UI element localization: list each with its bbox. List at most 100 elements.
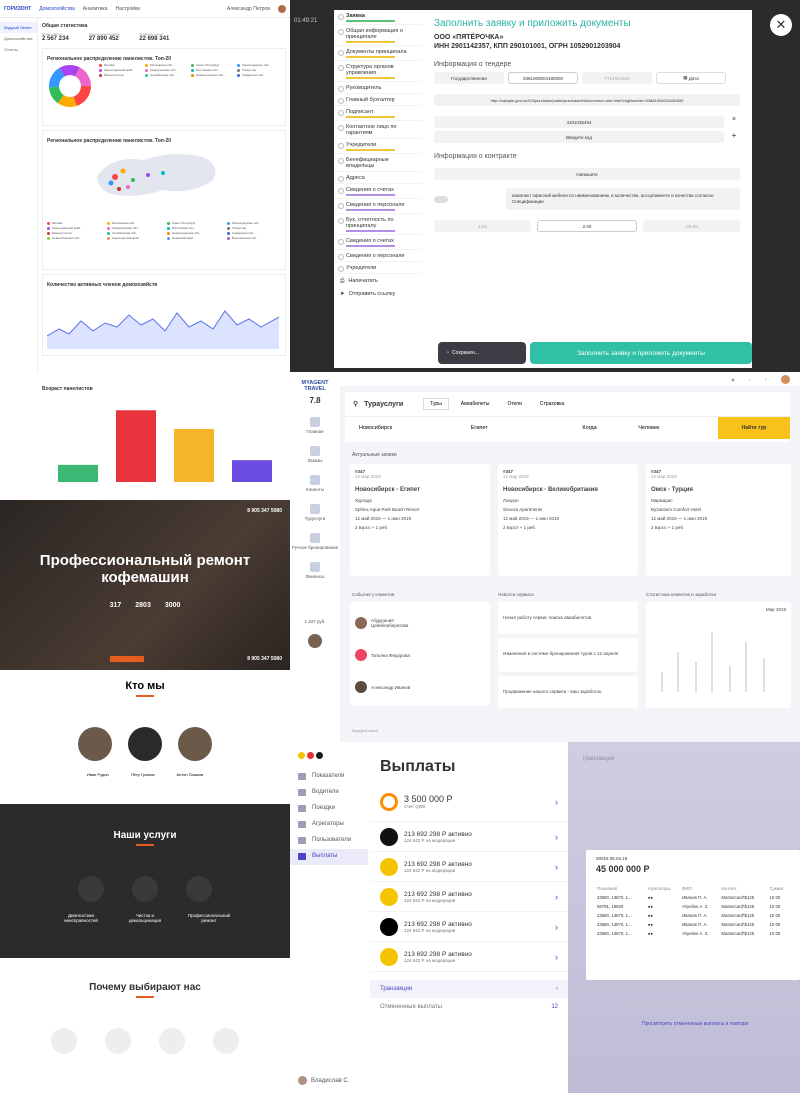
phone[interactable]: 8 905 347 5080 (247, 656, 282, 662)
from-input[interactable]: Новосибирск (345, 425, 471, 431)
order-card[interactable]: #347 12 мар 2019 Новосибирск - Египет Хур… (350, 464, 490, 576)
toggle-switch[interactable]: ◉ (731, 377, 735, 382)
find-tour-button[interactable]: Найти тур (718, 416, 790, 439)
table-row[interactable]: 23580, 13870, 1... ●● Иванов П. А. Masterca… (596, 911, 790, 920)
reg-number-input[interactable]: 0381000004180000 (508, 72, 578, 84)
nav-item[interactable]: Бенефициарные владельцы (334, 154, 422, 172)
add-icon[interactable]: + (728, 131, 740, 143)
avatar[interactable] (278, 4, 286, 13)
to-input[interactable]: Египет (471, 425, 583, 431)
sidebar-item-households[interactable]: Домохозяйства (0, 33, 37, 44)
nav-item[interactable]: Документы принципала (334, 46, 422, 61)
sidebar-item-drivers[interactable]: Водители (290, 785, 368, 801)
aggregator-row[interactable]: 213 692 298 Р активно 124 842 Р на модера… (370, 912, 568, 942)
fz-select[interactable]: Государственная (434, 72, 504, 84)
decrease-input[interactable]: -55.08 (642, 220, 740, 232)
sidebar-item-users[interactable]: Пользователи (290, 833, 368, 849)
nav-item[interactable]: Руководитель (334, 82, 422, 94)
sidebar-item-finance[interactable]: Финансы (290, 562, 340, 579)
nav-item[interactable]: Контактное лицо по гарантиям (334, 121, 422, 139)
help-icon[interactable]: ? (765, 377, 767, 382)
nav-item[interactable]: Бух. отчетность по принципалу (334, 214, 422, 235)
nav-item[interactable]: Заявка (334, 10, 422, 25)
qiwi-row[interactable]: 3 500 000 Р Счет QIWI › (370, 782, 568, 822)
contract-price-input[interactable]: 2.00 (537, 220, 637, 232)
tab-tours[interactable]: Туры (423, 398, 449, 410)
enter-code-input[interactable]: Введите код (434, 131, 724, 143)
nav-item[interactable]: Главный бухгалтер (334, 94, 422, 106)
month-select[interactable]: Мар 2019 (651, 607, 786, 612)
send-link-button[interactable]: ➤ Отправить ссылку (334, 289, 422, 299)
sidebar-item-clients[interactable]: Клиенты (290, 475, 340, 492)
nav-item[interactable]: Учредители (334, 262, 422, 274)
nav-item[interactable]: Сведения о счетах (334, 235, 422, 250)
sidebar-item-tours[interactable]: Туруслуги (290, 504, 340, 521)
cta-button[interactable] (110, 656, 144, 662)
tab-hotels[interactable]: Отели (501, 399, 527, 409)
aggregator-row[interactable]: 213 692 298 Р активно 124 842 Р на модера… (370, 942, 568, 972)
nav-item[interactable]: Сведения о счетах (334, 184, 422, 199)
remove-icon[interactable]: × (728, 116, 740, 128)
close-icon[interactable]: ✕ (770, 14, 792, 36)
order-card[interactable]: #347 12 мар 2019 Омск - Турция Мармарис By… (646, 464, 791, 576)
sidebar-item-orders[interactable]: Заказы (290, 446, 340, 463)
stats-bar-chart (661, 632, 765, 692)
nav-item[interactable]: Адреса (334, 172, 422, 184)
user-block[interactable]: Владислав С. (298, 1076, 349, 1085)
nav-item[interactable]: Подписант (334, 106, 422, 121)
aggregator-row[interactable]: 213 692 298 Р активно 124 842 Р на модера… (370, 822, 568, 852)
nav-item[interactable]: Учредители (334, 139, 422, 154)
avatar[interactable] (308, 634, 322, 648)
sidebar-item-metrics[interactable]: Показатели (290, 769, 368, 785)
nav-analytics[interactable]: Аналитика (83, 6, 108, 12)
news-item[interactable]: Продвижение нашего сервиса - ваш заработ… (498, 676, 638, 708)
sidebar-item-aggregators[interactable]: Агрегаторы (290, 817, 368, 833)
nav-households[interactable]: Домохозяйства (39, 6, 75, 12)
table-row[interactable]: 23580, 13870, 1... ●● Иванов П. А. Masterca… (596, 920, 790, 929)
user-name[interactable]: Александр Петров (227, 6, 270, 12)
sidebar-item-reports[interactable]: Отчеты (0, 44, 37, 55)
sidebar-item-home[interactable]: Главная (290, 417, 340, 434)
start-price-input[interactable]: 1.04 (434, 220, 532, 232)
aggregator-row[interactable]: 213 692 298 Р активно 124 842 Р на модера… (370, 882, 568, 912)
sidebar-item-main[interactable]: Мудрый Ленин (0, 22, 37, 33)
table-row[interactable]: 23580, 13870, 1... ●● Иванов П. А. Masterca… (596, 893, 790, 902)
tab-avia[interactable]: Авиабилеты (455, 399, 496, 409)
list-item[interactable]: Александр Иванов (355, 671, 485, 703)
cancelled-link[interactable]: Отмененные выплаты 12 (370, 998, 568, 1016)
sidebar-item-trips[interactable]: Поездки (290, 801, 368, 817)
phone[interactable]: 8 905 347 5080 (247, 508, 282, 514)
bell-icon[interactable]: ♪ (749, 377, 751, 382)
print-button[interactable]: ⎙ Напечатать (334, 274, 422, 289)
order-card[interactable]: #347 12 мар 2019 Новосибирск - Великобрит… (498, 464, 638, 576)
avatar[interactable] (781, 374, 790, 384)
news-item[interactable]: Начал работу сервис поиска авиабилетов. (498, 602, 638, 634)
subject-input[interactable]: Напишите (434, 168, 740, 180)
nav-item[interactable]: Структура органов управления (334, 61, 422, 82)
table-row[interactable]: 23580, 13870, 1... ●● Улунбек А. З. Masterc… (596, 929, 790, 938)
sidebar-item-payouts[interactable]: Выплаты (290, 849, 368, 865)
list-item[interactable]: Татьяна Федорова (355, 639, 485, 671)
nav-item[interactable]: Сведения о персонале (334, 250, 422, 262)
nav-item[interactable]: Сведения о персонале (334, 199, 422, 214)
link-input[interactable]: http://zakupki.gov.ru/223/purchase/publi… (434, 94, 740, 106)
nav-settings[interactable]: Настройки (116, 6, 141, 12)
contract-subject[interactable]: комплект офисной мебели по наименованиям… (506, 188, 740, 210)
transactions-link[interactable]: Транзакции › (370, 980, 568, 998)
news-item[interactable]: Изменения в системе бронирования туров с… (498, 638, 638, 672)
date-input[interactable]: Когда (582, 425, 638, 431)
lot-input[interactable]: 7714081360 (582, 72, 652, 84)
ikz-input[interactable]: 4101035494 (434, 116, 724, 128)
toggle-switch[interactable] (434, 195, 448, 203)
travel-sidebar: MYAGENT TRAVEL 7.8 Главная Заказы Клиент… (290, 372, 340, 742)
tab-insurance[interactable]: Страховка (534, 399, 570, 409)
nav-item[interactable]: Общая информация о принципале (334, 25, 422, 46)
submit-button[interactable]: Заполнить заявку и приложить документы (530, 342, 752, 364)
sidebar-item-manual[interactable]: Ручное бронирование (290, 533, 340, 550)
cancelled-payouts-link[interactable]: Просмотреть отмененные выплаты и повтори (642, 1021, 748, 1027)
date-picker[interactable]: ▦ Дата (656, 72, 726, 84)
table-row[interactable]: 58791, 19820 ●● Улунбек А. З. Mastercard*$1… (596, 902, 790, 911)
list-item[interactable]: Абдурания Цейхбербератова (355, 607, 485, 639)
people-input[interactable]: Человек (638, 425, 718, 431)
aggregator-row[interactable]: 213 692 298 Р активно 124 842 Р на модера… (370, 852, 568, 882)
